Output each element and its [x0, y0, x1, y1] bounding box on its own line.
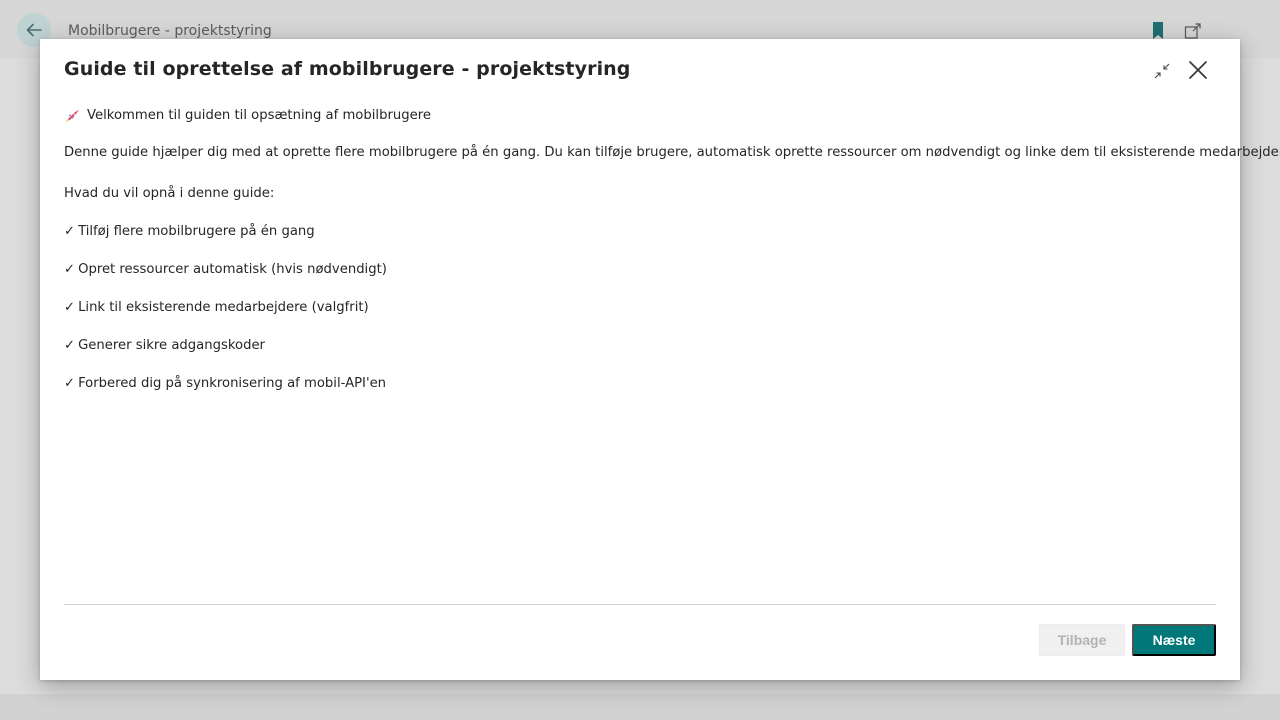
welcome-text: Velkommen til guiden til opsætning af mo…	[87, 107, 431, 123]
goal-item: ✓ Tilføj flere mobilbrugere på én gang	[64, 224, 315, 239]
goal-text: Opret ressourcer automatisk (hvis nødven…	[78, 262, 387, 277]
background-footer	[0, 694, 1280, 720]
next-button[interactable]: Næste	[1132, 624, 1216, 656]
check-mark-icon: ✓	[64, 300, 76, 315]
back-button[interactable]: Tilbage	[1039, 624, 1125, 656]
goal-text: Generer sikre adgangskoder	[78, 338, 265, 353]
description-text: Denne guide hjælper dig med at oprette f…	[64, 145, 1280, 160]
welcome-line: Velkommen til guiden til opsætning af mo…	[64, 107, 431, 123]
setup-guide-dialog: Guide til oprettelse af mobilbrugere - p…	[40, 39, 1280, 680]
close-icon	[1189, 61, 1207, 79]
check-mark-icon: ✓	[64, 376, 76, 391]
rocket-icon	[66, 109, 79, 122]
check-mark-icon: ✓	[64, 338, 76, 353]
check-mark-icon: ✓	[64, 224, 76, 239]
goal-item: ✓ Generer sikre adgangskoder	[64, 338, 265, 353]
close-button[interactable]	[1185, 57, 1211, 83]
collapse-icon	[1154, 63, 1170, 79]
goal-text: Forbered dig på synkronisering af mobil-…	[78, 376, 387, 391]
popout-icon[interactable]	[1184, 22, 1202, 40]
collapse-button[interactable]	[1150, 59, 1174, 83]
background-page-title: Mobilbrugere - projektstyring	[68, 23, 272, 39]
goal-item: ✓ Opret ressourcer automatisk (hvis nødve…	[64, 262, 387, 277]
goals-heading: Hvad du vil opnå i denne guide:	[64, 186, 275, 201]
dialog-title: Guide til oprettelse af mobilbrugere - p…	[64, 58, 631, 80]
bookmark-icon[interactable]	[1151, 22, 1165, 40]
check-mark-icon: ✓	[64, 262, 76, 277]
back-arrow-icon	[26, 23, 42, 37]
goal-text: Link til eksisterende medarbejdere (valg…	[78, 300, 369, 315]
goal-item: ✓ Forbered dig på synkronisering af mobil…	[64, 376, 386, 391]
footer-divider	[64, 604, 1216, 605]
goal-item: ✓ Link til eksisterende medarbejdere (val…	[64, 300, 369, 315]
goal-text: Tilføj flere mobilbrugere på én gang	[78, 224, 315, 239]
